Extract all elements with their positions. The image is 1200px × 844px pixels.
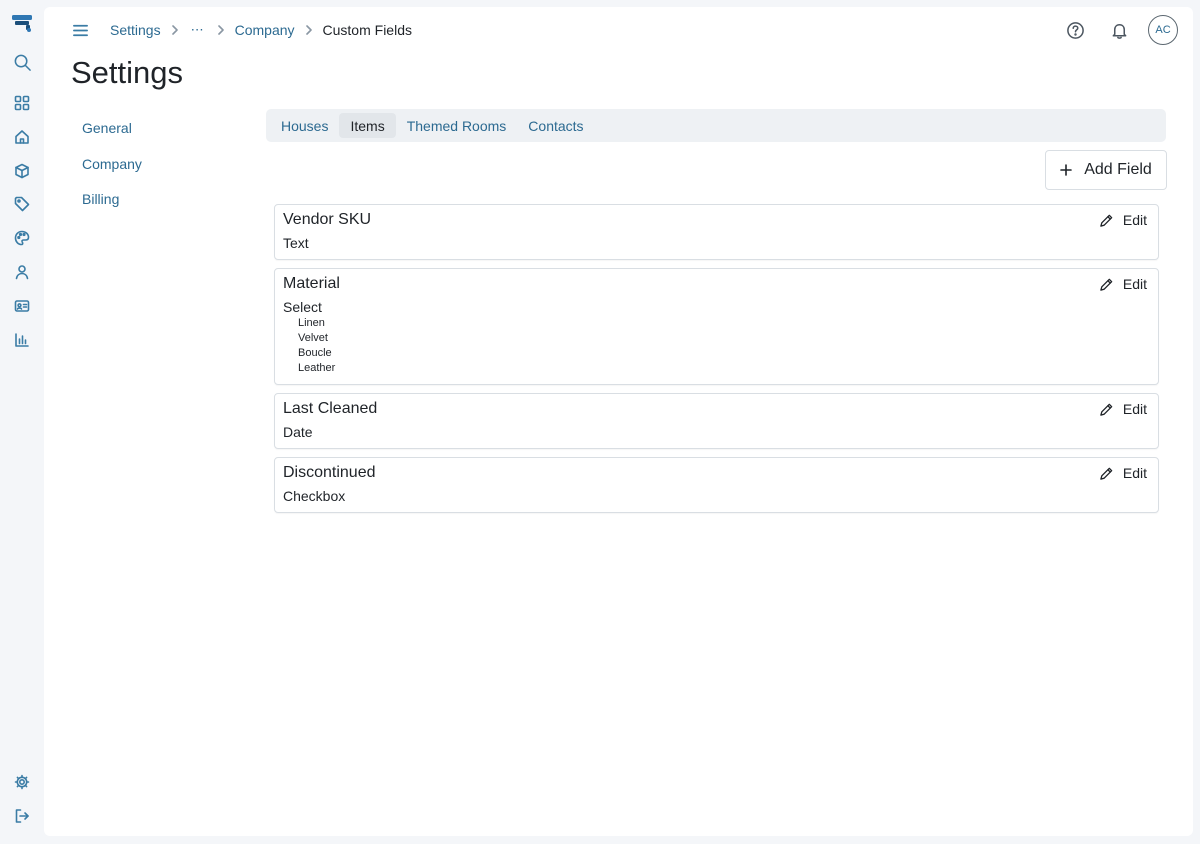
edit-button[interactable]: Edit (1099, 465, 1147, 481)
menu-icon[interactable] (69, 19, 91, 41)
chart-icon[interactable] (8, 326, 36, 354)
chevron-right-icon (207, 25, 235, 35)
pencil-icon (1100, 278, 1113, 291)
palette-icon[interactable] (8, 224, 36, 252)
field-option: Boucle (298, 347, 332, 359)
edit-button[interactable]: Edit (1099, 276, 1147, 292)
home-icon[interactable] (8, 123, 36, 151)
app-rail (0, 0, 44, 844)
edit-label: Edit (1122, 276, 1147, 292)
breadcrumb-more[interactable]: ⋯ (189, 22, 207, 38)
search-icon[interactable] (8, 48, 36, 76)
field-card-discontinued: Discontinued Checkbox Edit (274, 457, 1159, 513)
field-option: Linen (298, 317, 325, 329)
field-option: Velvet (298, 332, 328, 344)
breadcrumb-settings[interactable]: Settings (110, 22, 161, 38)
add-field-button[interactable]: Add Field (1045, 150, 1167, 190)
field-type: Checkbox (283, 488, 346, 504)
breadcrumb: Settings ⋯ Company Custom Fields (110, 21, 412, 39)
grid-icon[interactable] (8, 89, 36, 117)
pencil-icon (1100, 467, 1113, 480)
pencil-icon (1100, 403, 1113, 416)
settings-side-nav: General Company Billing (82, 120, 142, 227)
breadcrumb-custom-fields: Custom Fields (322, 22, 412, 38)
side-nav-general[interactable]: General (82, 120, 142, 140)
gear-icon[interactable] (8, 768, 36, 796)
plus-icon (1060, 164, 1073, 176)
field-option: Leather (298, 362, 336, 374)
tag-icon[interactable] (8, 190, 36, 218)
chevron-right-icon (295, 25, 323, 35)
tab-contacts[interactable]: Contacts (517, 113, 594, 138)
box-icon[interactable] (8, 157, 36, 185)
logo-icon[interactable] (8, 9, 36, 37)
field-name: Discontinued (283, 464, 376, 481)
edit-button[interactable]: Edit (1099, 212, 1147, 228)
field-type: Select (283, 299, 322, 315)
user-icon[interactable] (8, 258, 36, 286)
id-card-icon[interactable] (8, 292, 36, 320)
field-card-last-cleaned: Last Cleaned Date Edit (274, 393, 1159, 449)
field-type: Text (283, 235, 309, 251)
breadcrumb-company[interactable]: Company (235, 22, 295, 38)
page-title: Settings (71, 55, 184, 90)
edit-button[interactable]: Edit (1099, 401, 1147, 417)
tab-houses[interactable]: Houses (270, 113, 339, 138)
field-card-vendor-sku: Vendor SKU Text Edit (274, 204, 1159, 260)
field-name: Vendor SKU (283, 211, 372, 228)
entity-tabs: Houses Items Themed Rooms Contacts (266, 109, 1166, 142)
edit-label: Edit (1122, 401, 1147, 417)
bell-icon[interactable] (1104, 15, 1134, 45)
add-field-label: Add Field (1084, 161, 1152, 178)
tab-themed-rooms[interactable]: Themed Rooms (396, 113, 518, 138)
help-icon[interactable] (1060, 15, 1090, 45)
field-options: Linen Velvet Boucle Leather (283, 316, 1150, 376)
tab-items[interactable]: Items (339, 113, 396, 138)
field-name: Last Cleaned (283, 400, 378, 417)
field-name: Material (283, 275, 340, 292)
edit-label: Edit (1122, 212, 1147, 228)
main-panel: Settings ⋯ Company Custom Fields AC Sett… (44, 7, 1193, 836)
side-nav-billing[interactable]: Billing (82, 191, 142, 211)
logout-icon[interactable] (8, 802, 36, 830)
side-nav-company[interactable]: Company (82, 156, 142, 176)
field-type: Date (283, 424, 313, 440)
avatar[interactable]: AC (1148, 15, 1178, 45)
custom-field-list: Vendor SKU Text Edit Material Select Lin… (274, 204, 1159, 521)
edit-label: Edit (1122, 465, 1147, 481)
field-card-material: Material Select Linen Velvet Boucle Leat… (274, 268, 1159, 385)
header-actions: AC (1046, 15, 1178, 45)
chevron-right-icon (161, 25, 189, 35)
pencil-icon (1100, 214, 1113, 227)
